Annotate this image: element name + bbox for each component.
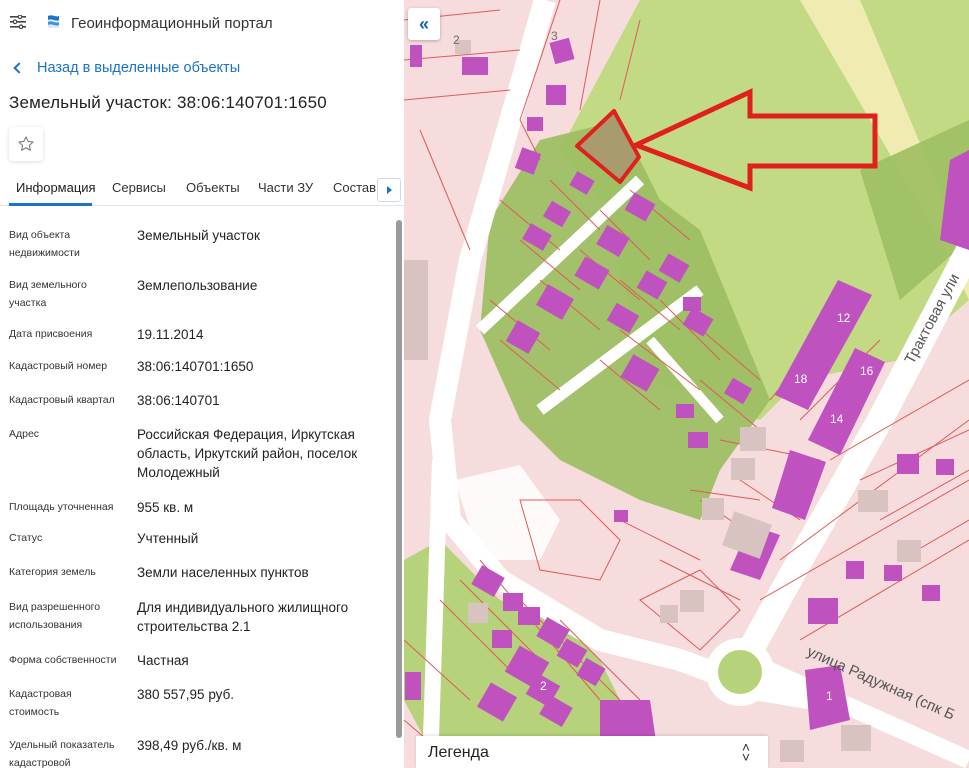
top-bar: Геоинформационный портал bbox=[0, 0, 404, 46]
info-value: 380 557,95 руб. bbox=[137, 687, 235, 702]
house-number-label: 12 bbox=[837, 311, 851, 325]
house-number-label: 16 bbox=[860, 364, 874, 378]
info-label: Площадь уточненная bbox=[9, 501, 114, 513]
info-value: 38:06:140701 bbox=[137, 393, 220, 408]
map-view[interactable]: 2 3 12 16 18 14 22 2 1 Трактовая ули ули… bbox=[404, 0, 969, 768]
info-label: Вид земельного участка bbox=[9, 279, 87, 309]
info-panel: Геоинформационный портал Назад в выделен… bbox=[0, 0, 404, 768]
street-label: Трактовая ули bbox=[902, 271, 964, 367]
house-number-label: 1 bbox=[826, 689, 833, 703]
info-label: Кадастровая стоимость bbox=[9, 688, 72, 718]
info-value: Земли населенных пунктов bbox=[137, 565, 309, 580]
info-value: Частная bbox=[137, 653, 189, 668]
chevron-up-down-icon[interactable]: ˄ ˅ bbox=[742, 740, 750, 764]
house-number-label: 3 bbox=[551, 29, 558, 43]
house-number-label: 22 bbox=[427, 645, 441, 659]
chevron-right-icon bbox=[386, 186, 392, 194]
info-label: Статус bbox=[9, 532, 43, 544]
info-value: Землепользование bbox=[137, 278, 258, 293]
street-label: улица Радужная (спк Б bbox=[804, 643, 957, 724]
house-number-label: 18 bbox=[794, 372, 808, 386]
collapse-panel-button[interactable]: « bbox=[408, 8, 440, 40]
legend-bar[interactable]: Легенда ˄ ˅ bbox=[416, 736, 768, 768]
tab-services[interactable]: Сервисы bbox=[112, 180, 166, 195]
house-number-label: 2 bbox=[540, 679, 547, 693]
info-label: Вид разрешенного использования bbox=[9, 601, 101, 631]
info-label: Адрес bbox=[9, 428, 40, 440]
tab-objects[interactable]: Объекты bbox=[186, 180, 240, 195]
info-value: 398,49 руб./кв. м bbox=[137, 738, 242, 753]
tab-parts[interactable]: Части ЗУ bbox=[258, 180, 313, 195]
house-number-label: 2 bbox=[453, 33, 460, 47]
info-label: Кадастровый номер bbox=[9, 360, 108, 372]
back-link[interactable]: Назад в выделенные объекты bbox=[12, 60, 240, 76]
info-value: 38:06:140701:1650 bbox=[137, 359, 254, 374]
info-label: Удельный показатель кадастровой bbox=[9, 739, 115, 768]
info-value: Учтенный bbox=[137, 531, 199, 546]
info-label: Кадастровый квартал bbox=[9, 394, 115, 406]
tab-composition[interactable]: Состав bbox=[333, 180, 376, 195]
tabs-scroll-right-button[interactable] bbox=[377, 178, 401, 202]
info-value: 19.11.2014 bbox=[137, 327, 204, 342]
info-value: Российская Федерация, Иркутская область,… bbox=[137, 427, 358, 480]
map-labels: 2 3 12 16 18 14 22 2 1 Трактовая ули ули… bbox=[427, 29, 964, 724]
double-chevron-left-icon: « bbox=[418, 13, 429, 34]
menu-icon[interactable] bbox=[10, 15, 26, 29]
portal-logo-icon bbox=[48, 15, 59, 28]
info-value: Земельный участок bbox=[137, 228, 260, 243]
app-title: Геоинформационный портал bbox=[71, 15, 273, 32]
legend-label: Легенда bbox=[428, 744, 489, 761]
info-label: Дата присвоения bbox=[9, 328, 93, 340]
info-list: Вид объекта недвижимости Земельный участ… bbox=[0, 206, 396, 768]
info-label: Категория земель bbox=[9, 566, 96, 578]
favorite-button[interactable] bbox=[9, 127, 43, 161]
house-number-label: 14 bbox=[830, 412, 844, 426]
star-icon bbox=[18, 136, 34, 151]
chevron-left-icon bbox=[13, 62, 25, 74]
info-label: Вид объекта недвижимости bbox=[9, 229, 80, 259]
panel-scrollbar[interactable] bbox=[396, 220, 402, 738]
tab-information[interactable]: Информация bbox=[16, 180, 96, 195]
page-title: Земельный участок: 38:06:140701:1650 bbox=[9, 93, 327, 112]
info-value: 955 кв. м bbox=[137, 500, 194, 515]
info-label: Форма собственности bbox=[9, 654, 117, 666]
tab-bar: Информация Сервисы Объекты Части ЗУ Сост… bbox=[0, 172, 404, 206]
back-link-label: Назад в выделенные объекты bbox=[37, 60, 241, 76]
info-value: Для индивидуального жилищного строительс… bbox=[137, 600, 349, 634]
